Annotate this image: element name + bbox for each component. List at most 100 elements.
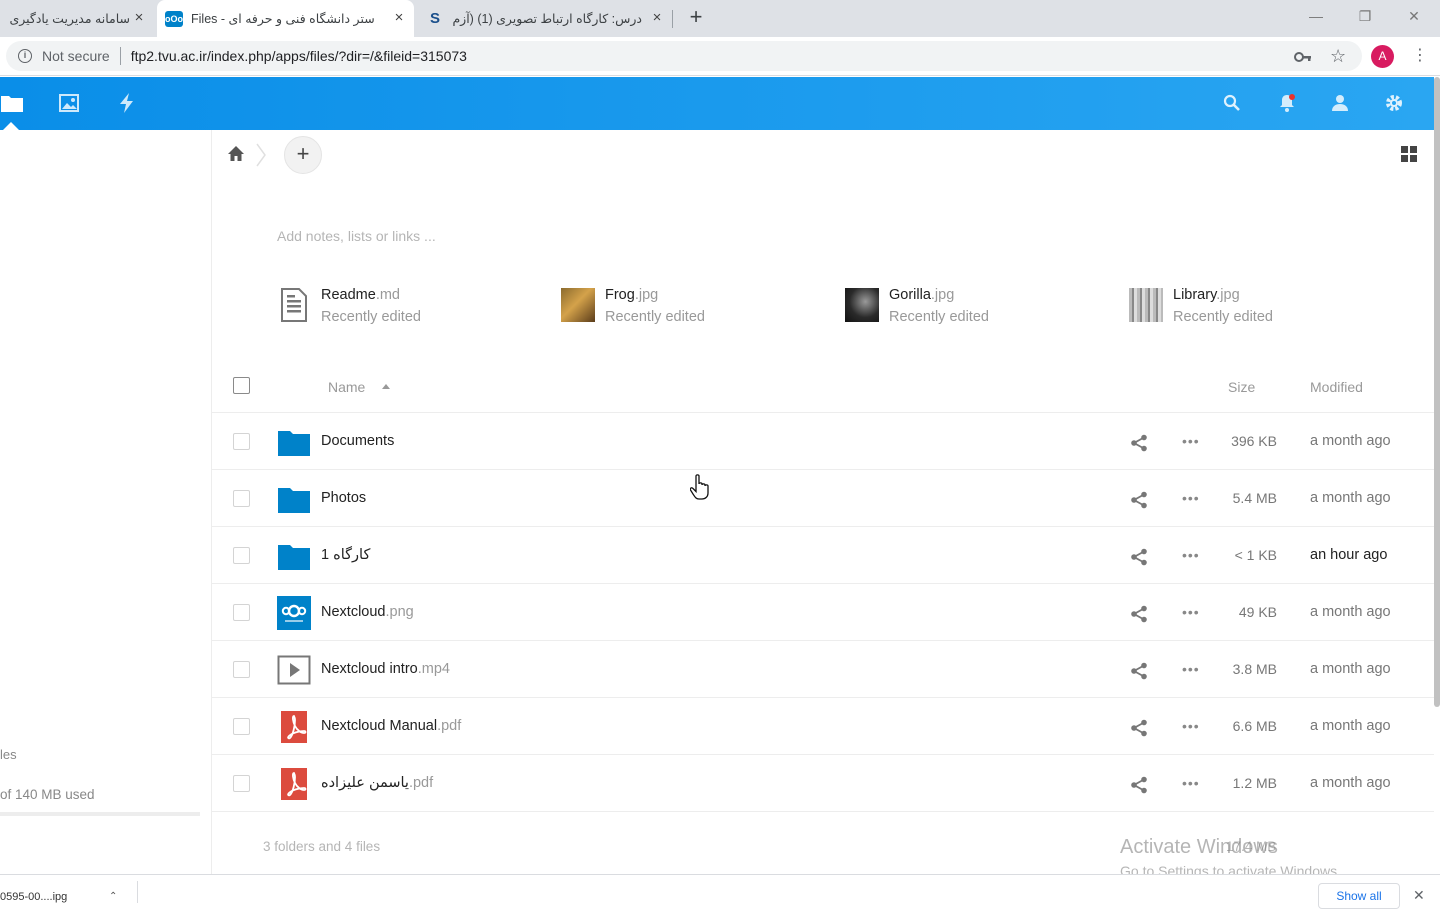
share-icon[interactable] [1130,548,1148,566]
tab-course[interactable]: S درس: کارگاه ارتباط تصویری (1) (آزم × [418,0,672,37]
more-actions-icon[interactable]: ••• [1182,604,1200,620]
file-row[interactable]: Photos ••• 5.4 MB a month ago [212,470,1434,527]
file-name[interactable]: Nextcloud Manual.pdf [321,718,461,734]
omnibox-divider [119,47,121,65]
browser-menu-icon[interactable]: ⋮ [1412,46,1428,66]
share-icon[interactable] [1130,662,1148,680]
column-size[interactable]: Size [1228,379,1255,395]
file-size: 6.6 MB [1232,718,1277,734]
nextcloud-logo-icon [277,596,311,630]
browser-tab-strip: سامانه مدیریت یادگیری × oOo Files - ستر … [0,0,1440,37]
tab-close-icon[interactable]: × [132,10,146,25]
recent-item[interactable]: Library.jpg Recently edited [1129,286,1389,330]
file-row[interactable]: کارگاه 1 ••• < 1 KB an hour ago [212,527,1434,584]
download-item[interactable]: 0595-00....ipg [0,891,67,903]
profile-avatar[interactable]: A [1371,45,1394,68]
recent-item[interactable]: Gorilla.jpg Recently edited [845,286,1105,330]
row-checkbox[interactable] [233,718,250,735]
recent-name: Frog.jpg [605,287,659,303]
grid-view-icon[interactable] [1401,146,1418,163]
breadcrumb-home-icon[interactable] [227,145,247,165]
info-icon[interactable]: i [18,49,32,63]
row-checkbox[interactable] [233,775,250,792]
show-all-button[interactable]: Show all [1318,883,1400,909]
column-modified[interactable]: Modified [1310,379,1363,395]
file-row[interactable]: یاسمن علیزاده.pdf ••• 1.2 MB a month ago [212,755,1434,812]
recent-item[interactable]: Frog.jpg Recently edited [561,286,821,330]
address-bar[interactable]: i Not secure ftp2.tvu.ac.ir/index.php/ap… [6,41,1362,71]
share-icon[interactable] [1130,776,1148,794]
file-row[interactable]: Nextcloud intro.mp4 ••• 3.8 MB a month ago [212,641,1434,698]
sidebar-files-label[interactable]: les [0,747,17,762]
add-new-button[interactable]: + [284,136,322,174]
contacts-icon[interactable] [1328,91,1352,115]
more-actions-icon[interactable]: ••• [1182,433,1200,449]
notifications-icon[interactable] [1275,91,1299,115]
row-checkbox[interactable] [233,433,250,450]
file-name[interactable]: Nextcloud.png [321,604,414,620]
recent-subtitle: Recently edited [321,309,421,325]
chevron-up-icon[interactable]: ⌃ [109,891,117,902]
file-modified: a month ago [1310,433,1391,449]
recent-item[interactable]: Readme.md Recently edited [277,286,537,330]
share-icon[interactable] [1130,605,1148,623]
page-scrollbar[interactable] [1434,77,1440,707]
recent-subtitle: Recently edited [1173,309,1273,325]
more-actions-icon[interactable]: ••• [1182,775,1200,791]
new-tab-button[interactable]: + [684,6,708,30]
close-window-button[interactable]: ✕ [1391,4,1437,28]
folder-icon [277,425,311,459]
file-name[interactable]: Documents [321,433,394,449]
row-checkbox[interactable] [233,490,250,507]
file-name[interactable]: کارگاه 1 [321,547,370,563]
tab-title: Files - ستر دانشگاه فنی و حرفه ای [191,12,375,26]
file-modified: a month ago [1310,718,1391,734]
search-icon[interactable] [1220,91,1244,115]
files-icon[interactable] [0,91,24,115]
bookmark-star-icon[interactable]: ☆ [1330,46,1346,67]
sort-asc-icon [382,384,390,389]
settings-icon[interactable] [1382,91,1406,115]
recent-name: Library.jpg [1173,287,1240,303]
tab-close-icon[interactable]: × [650,10,664,25]
share-icon[interactable] [1130,491,1148,509]
recent-name: Gorilla.jpg [889,287,955,303]
key-icon[interactable] [1294,50,1312,69]
file-name[interactable]: Photos [321,490,366,506]
url-text[interactable]: ftp2.tvu.ac.ir/index.php/apps/files/?dir… [131,48,467,64]
file-row[interactable]: Documents ••• 396 KB a month ago [212,413,1434,470]
row-checkbox[interactable] [233,547,250,564]
more-actions-icon[interactable]: ••• [1182,490,1200,506]
file-row[interactable]: Nextcloud Manual.pdf ••• 6.6 MB a month ago [212,698,1434,755]
tab-files[interactable]: oOo Files - ستر دانشگاه فنی و حرفه ای × [157,0,414,37]
moodle-favicon: S [429,10,440,27]
text-file-icon [277,288,311,322]
row-checkbox[interactable] [233,604,250,621]
tab-title: درس: کارگاه ارتباط تصویری (1) (آزم [452,12,642,26]
file-row[interactable]: Nextcloud.png ••• 49 KB a month ago [212,584,1434,641]
close-icon[interactable]: ✕ [1413,887,1425,904]
photos-icon[interactable] [57,91,81,115]
minimize-button[interactable]: — [1293,4,1339,28]
share-icon[interactable] [1130,719,1148,737]
library-thumbnail [1129,288,1163,322]
select-all-checkbox[interactable] [233,377,250,394]
tab-close-icon[interactable]: × [392,10,406,25]
column-name[interactable]: Name [328,379,365,395]
quota-bar [0,812,200,816]
file-name[interactable]: یاسمن علیزاده.pdf [321,775,433,791]
row-checkbox[interactable] [233,661,250,678]
file-size: 5.4 MB [1232,490,1277,506]
restore-button[interactable]: ❐ [1342,4,1388,28]
file-summary: 3 folders and 4 files [263,839,381,854]
notes-placeholder[interactable]: Add notes, lists or links ... [277,228,436,244]
file-name[interactable]: Nextcloud intro.mp4 [321,661,450,677]
tab-lms[interactable]: سامانه مدیریت یادگیری × [0,0,154,37]
security-label: Not secure [42,48,110,64]
share-icon[interactable] [1130,434,1148,452]
activity-icon[interactable] [115,91,139,115]
more-actions-icon[interactable]: ••• [1182,661,1200,677]
more-actions-icon[interactable]: ••• [1182,718,1200,734]
more-actions-icon[interactable]: ••• [1182,547,1200,563]
folder-icon [277,482,311,516]
